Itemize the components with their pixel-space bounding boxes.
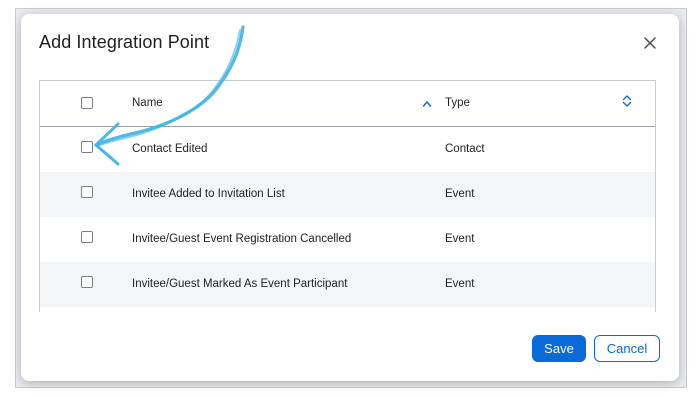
sort-ascending-icon[interactable] [422,96,432,114]
column-header-name[interactable]: Name [132,97,163,109]
row-type: Event [445,278,475,290]
row-name: Invitee/Guest Event Registration Cancell… [132,233,352,245]
integration-points-table: Name Type Contact Edited Contact Invitee… [39,80,656,312]
row-type: Event [445,233,475,245]
table-row[interactable]: Invitee Added to Invitation List Event [40,172,655,217]
row-name: Contact Edited [132,143,208,155]
cancel-button[interactable]: Cancel [594,335,660,362]
dialog-title: Add Integration Point [39,32,210,52]
close-icon[interactable] [639,32,661,54]
table-row[interactable]: Invitee/Guest Marked As Event Participan… [40,262,655,307]
add-integration-point-dialog: Add Integration Point Name Type Contact … [21,14,679,381]
row-checkbox[interactable] [81,186,93,198]
row-checkbox[interactable] [81,141,93,153]
sort-both-icon[interactable] [622,94,632,113]
save-button[interactable]: Save [532,335,586,362]
row-type: Contact [445,143,485,155]
table-header: Name Type [40,81,655,127]
row-name: Invitee/Guest Marked As Event Participan… [132,278,348,290]
row-name: Invitee Added to Invitation List [132,188,285,200]
row-checkbox[interactable] [81,231,93,243]
row-type: Event [445,188,475,200]
column-header-type[interactable]: Type [445,97,470,109]
select-all-checkbox[interactable] [81,97,93,109]
table-row[interactable]: Contact Edited Contact [40,127,655,172]
row-checkbox[interactable] [81,276,93,288]
table-row[interactable]: Invitee/Guest Event Registration Cancell… [40,217,655,262]
